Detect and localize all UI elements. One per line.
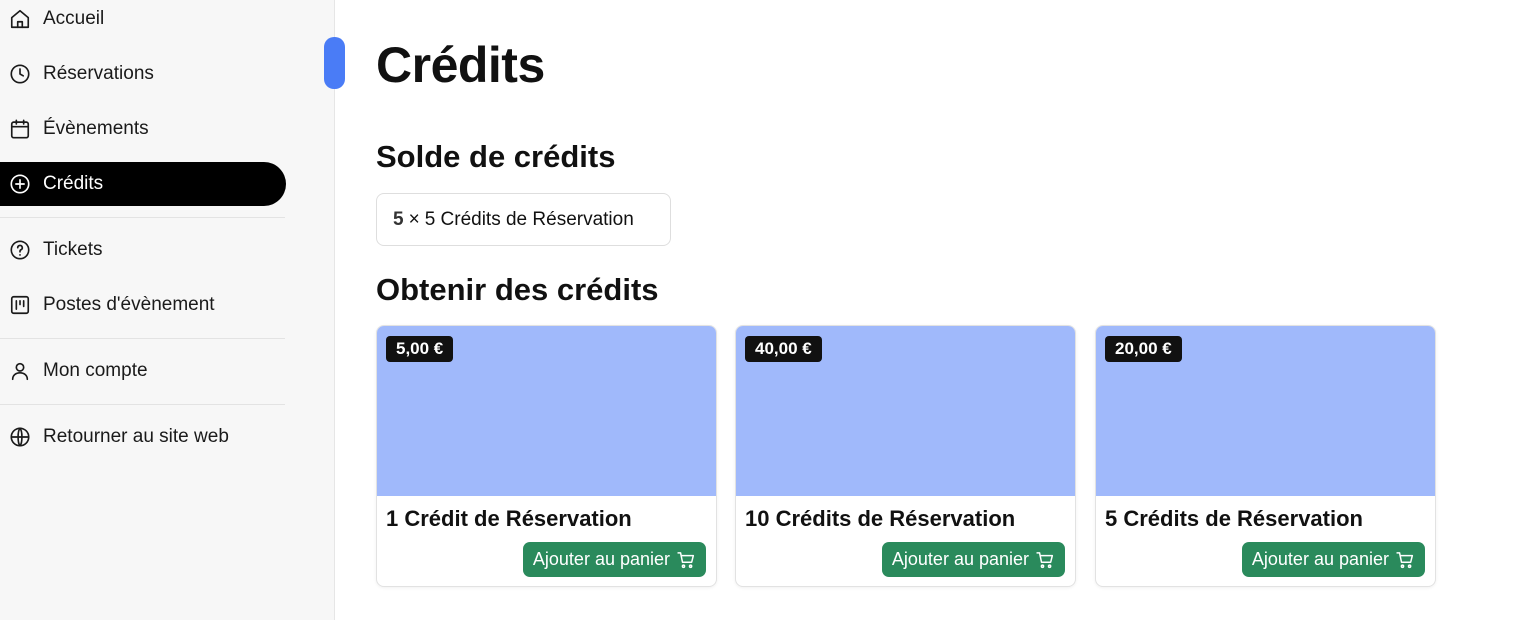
sidebar-item-label: Postes d'évènement (43, 294, 215, 315)
user-icon (8, 359, 32, 383)
sidebar-divider (0, 338, 285, 339)
scrollbar-thumb[interactable] (324, 37, 345, 89)
page-title: Crédits (376, 37, 545, 93)
add-to-cart-label: Ajouter au panier (891, 549, 1029, 569)
sidebar-item-label: Tickets (43, 239, 103, 260)
balance-label: 5 Crédits de Réservation (424, 208, 634, 230)
cart-icon (677, 551, 695, 568)
obtain-section-title: Obtenir des crédits (376, 272, 659, 307)
sidebar-item-label: Évènements (43, 118, 149, 139)
sidebar-item-evenements[interactable]: Évènements (0, 107, 286, 151)
sidebar-item-credits[interactable]: Crédits (0, 162, 286, 206)
product-name: 10 Crédits de Réservation (745, 506, 1016, 531)
price-badge: 5,00 € (386, 336, 454, 362)
sidebar-item-reservations[interactable]: Réservations (0, 52, 286, 96)
sidebar-item-tickets[interactable]: Tickets (0, 228, 286, 272)
sidebar-item-retour-site[interactable]: Retourner au site web (0, 415, 286, 459)
add-to-cart-label: Ajouter au panier (1251, 549, 1389, 569)
sidebar-item-label: Mon compte (43, 360, 148, 381)
product-name: 1 Crédit de Réservation (386, 506, 632, 531)
product-card[interactable]: 20,00 € 5 Crédits de Réservation Ajouter… (1095, 325, 1436, 587)
price-badge: 40,00 € (745, 336, 822, 362)
add-to-cart-button[interactable]: Ajouter au panier (1241, 542, 1425, 577)
cart-icon (1036, 551, 1054, 568)
cart-icon (1396, 551, 1414, 568)
help-circle-icon (8, 238, 32, 262)
sidebar-item-label: Réservations (43, 63, 154, 84)
balance-section-title: Solde de crédits (376, 139, 616, 174)
sidebar-item-label: Accueil (43, 8, 105, 29)
kanban-icon (8, 293, 32, 317)
product-card[interactable]: 40,00 € 10 Crédits de Réservation Ajoute… (735, 325, 1076, 587)
clock-icon (8, 62, 32, 86)
add-to-cart-button[interactable]: Ajouter au panier (881, 542, 1065, 577)
add-to-cart-label: Ajouter au panier (532, 549, 670, 569)
sidebar-item-label: Crédits (43, 173, 104, 194)
balance-quantity: 5 (393, 208, 404, 230)
sidebar-item-postes[interactable]: Postes d'évènement (0, 283, 286, 327)
balance-times: × (408, 208, 420, 230)
sidebar-item-mon-compte[interactable]: Mon compte (0, 349, 286, 393)
product-card[interactable]: 5,00 € 1 Crédit de Réservation Ajouter a… (376, 325, 717, 587)
sidebar-item-accueil[interactable]: Accueil (0, 0, 286, 41)
product-name: 5 Crédits de Réservation (1105, 506, 1363, 531)
home-icon (8, 7, 32, 31)
sidebar-divider (0, 217, 285, 218)
sidebar-item-label: Retourner au site web (43, 426, 229, 447)
add-to-cart-button[interactable]: Ajouter au panier (522, 542, 706, 577)
calendar-icon (8, 117, 32, 141)
globe-icon (8, 425, 32, 449)
plus-circle-icon (8, 172, 32, 196)
sidebar-divider (0, 404, 285, 405)
price-badge: 20,00 € (1105, 336, 1182, 362)
credit-balance-badge: 5 × 5 Crédits de Réservation (376, 193, 671, 246)
sidebar: Accueil Réservations Évènements Crédits … (0, 0, 335, 620)
